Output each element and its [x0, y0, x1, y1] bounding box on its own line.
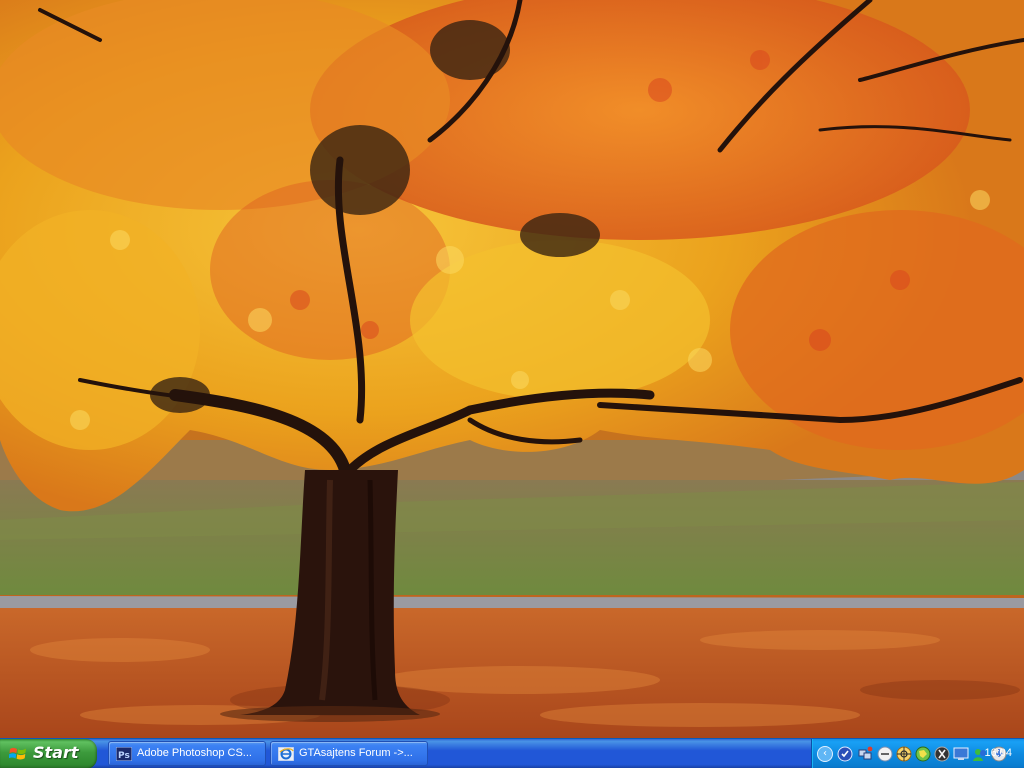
internet-explorer-icon [278, 747, 294, 761]
show-hidden-icons-chevron-icon[interactable]: ‹ [817, 746, 833, 762]
system-tray: ‹ 16:04 [811, 739, 1024, 768]
taskbar: Start Ps Adobe Photoshop CS... GTAsajten… [0, 738, 1024, 768]
taskbar-button-label: Adobe Photoshop CS... [137, 747, 252, 759]
security-icon[interactable] [837, 746, 853, 762]
antivirus-icon[interactable] [934, 746, 950, 762]
desktop-wallpaper [0, 0, 1024, 738]
start-button[interactable]: Start [0, 739, 97, 768]
globe-icon[interactable] [915, 746, 931, 762]
autumn-tree-wallpaper [0, 0, 1024, 738]
taskbar-button-forum[interactable]: GTAsajtens Forum ->... [270, 741, 428, 766]
taskbar-button-photoshop[interactable]: Ps Adobe Photoshop CS... [108, 741, 266, 766]
taskbar-button-label: GTAsajtens Forum ->... [299, 747, 413, 759]
photoshop-icon: Ps [116, 747, 132, 761]
volume-icon[interactable] [877, 746, 893, 762]
display-icon[interactable] [953, 746, 969, 762]
network-icon[interactable] [857, 746, 873, 762]
start-label: Start [33, 743, 79, 762]
svg-text:Ps: Ps [118, 751, 130, 761]
clock[interactable]: 16:04 [984, 747, 1012, 759]
msn-icon[interactable] [896, 746, 912, 762]
windows-logo-icon [9, 747, 26, 760]
